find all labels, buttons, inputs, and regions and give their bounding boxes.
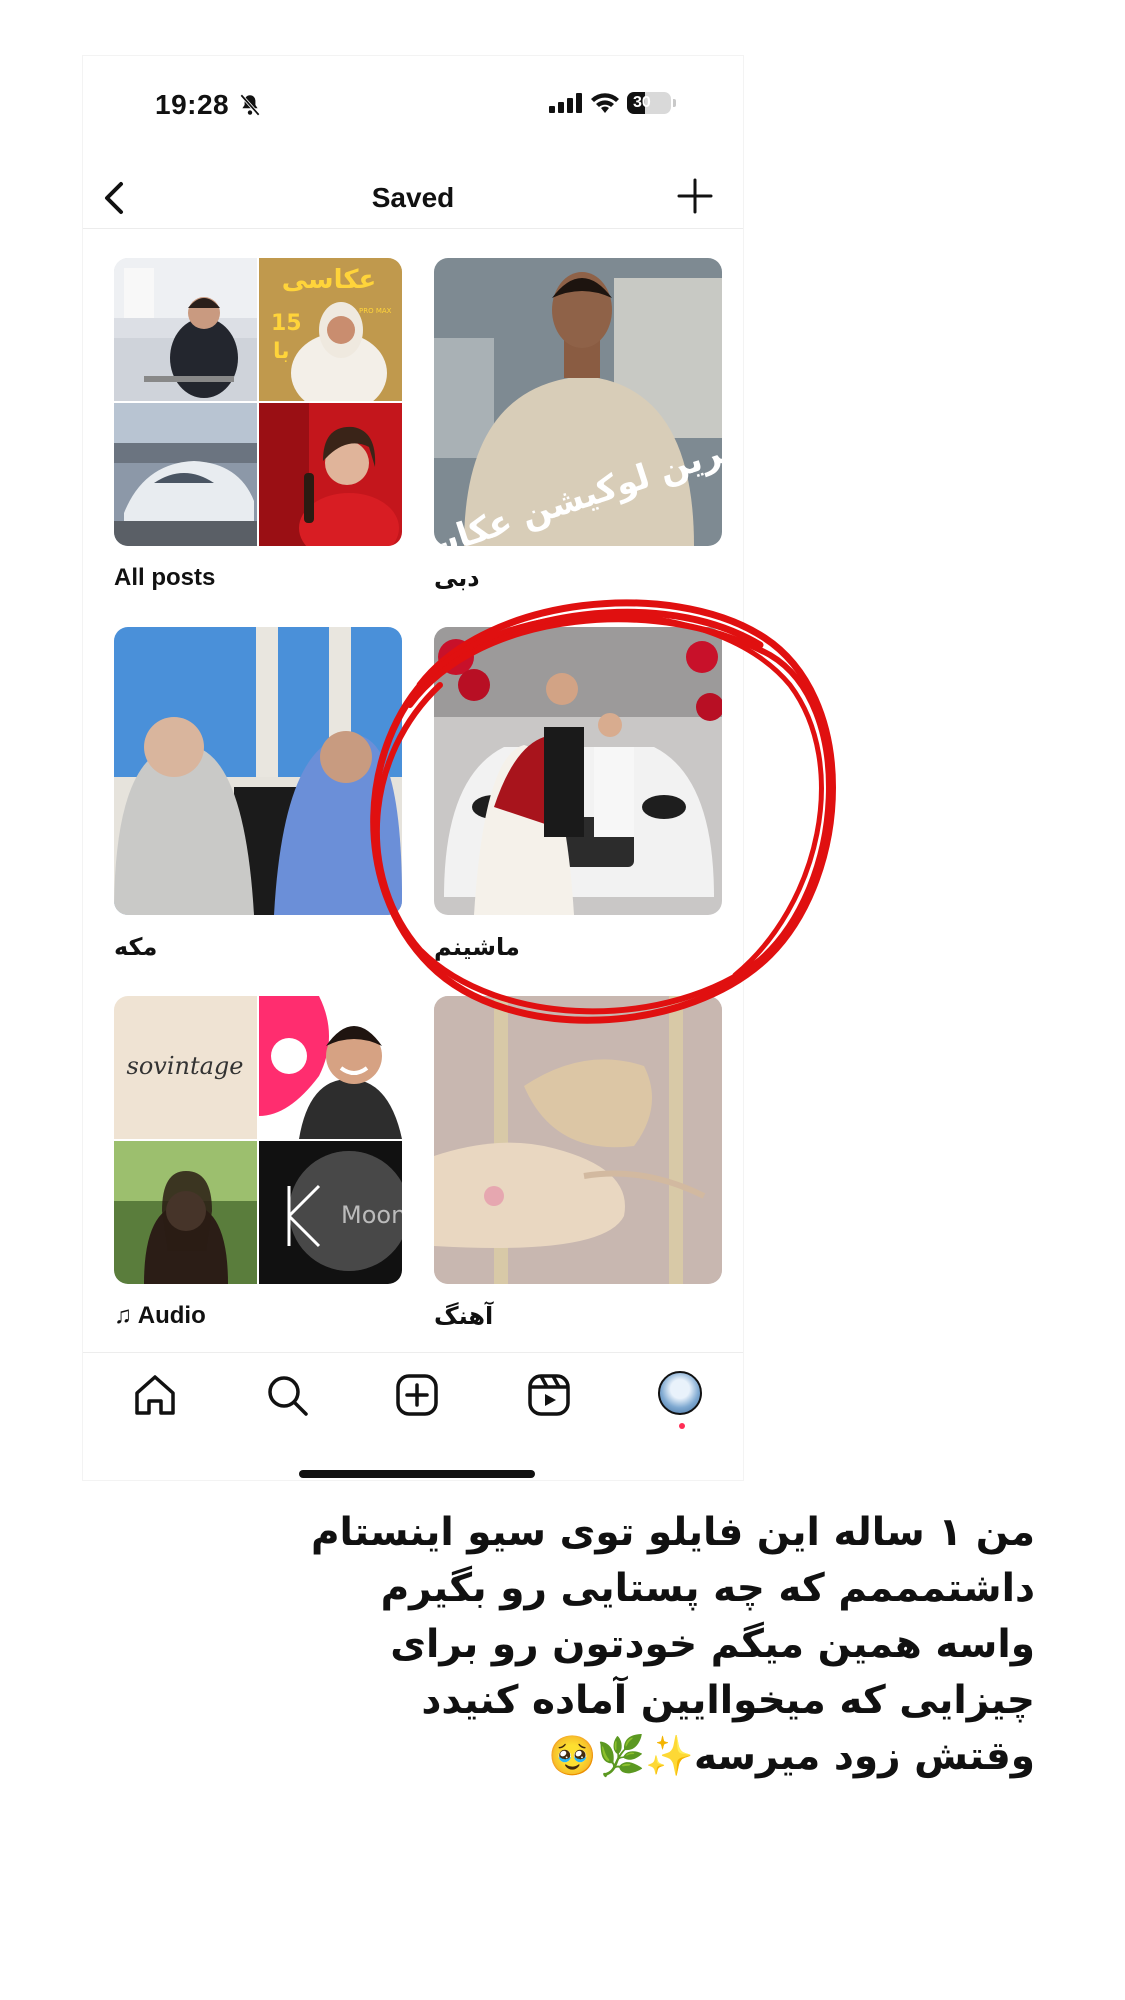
thumbnail-photography-promo: عکاسی 15 با PRO MAX <box>259 258 402 401</box>
thumbnail-man-dubai: بهترین لوکیشن عکاسی <box>434 258 722 546</box>
header: Saved <box>83 166 743 236</box>
home-icon[interactable] <box>131 1371 179 1419</box>
collection-audio[interactable]: sovintage Moon <box>114 996 402 1284</box>
collection-label: All posts <box>114 564 216 591</box>
thumbnail-sports-car <box>114 403 257 546</box>
bottom-nav <box>83 1352 743 1433</box>
notification-dot <box>679 1423 685 1429</box>
avatar <box>658 1371 702 1415</box>
collection-my-car[interactable] <box>434 627 722 915</box>
collection-label: مکه <box>114 934 158 961</box>
moon-text: Moon <box>341 1201 402 1229</box>
thumbnail-shoes <box>434 996 722 1284</box>
thumbnail-girl-forest <box>114 1141 257 1284</box>
create-icon[interactable] <box>393 1371 441 1419</box>
phone-screen: 19:28 30 Saved عکاسی 15 با PRO MAX All p… <box>83 56 743 1480</box>
battery-level: 30 <box>633 94 651 111</box>
collection-song[interactable] <box>434 996 722 1284</box>
collection-label: دبی <box>434 565 480 592</box>
collection-label: آهنگ <box>434 1303 494 1330</box>
promo-small: PRO MAX <box>359 307 392 315</box>
status-icons: 30 <box>549 92 676 114</box>
search-icon[interactable] <box>263 1371 311 1419</box>
collection-all-posts[interactable]: عکاسی 15 با PRO MAX <box>114 258 402 546</box>
collection-label: ماشینم <box>434 934 520 961</box>
thumbnail-sovintage: sovintage <box>114 996 257 1139</box>
bell-slash-icon <box>240 94 260 116</box>
thumbnail-girl-red <box>259 403 402 546</box>
wifi-icon <box>591 93 619 113</box>
thumbnail-family-car <box>434 627 722 915</box>
promo-number: 15 <box>271 311 302 336</box>
page-title: Saved <box>371 182 455 213</box>
sovintage-text: sovintage <box>127 1052 244 1080</box>
battery-icon: 30 <box>627 92 671 114</box>
add-collection-button[interactable] <box>673 174 717 218</box>
profile-tab[interactable] <box>658 1371 706 1429</box>
thumbnail-moon-logo: Moon <box>259 1141 402 1284</box>
caption-text: من ۱ ساله این فایلو توی سیو اینستام داشت… <box>310 1510 1035 1779</box>
thumbnail-office <box>114 258 257 401</box>
status-time: 19:28 <box>155 89 230 120</box>
collection-dubai[interactable]: بهترین لوکیشن عکاسی <box>434 258 722 546</box>
collection-label: ♫ Audio <box>114 1302 206 1329</box>
cellular-signal-icon <box>549 93 582 113</box>
thumbnail-smiling-man <box>259 996 402 1139</box>
promo-line2: با <box>273 339 290 364</box>
home-indicator[interactable] <box>299 1470 535 1478</box>
header-divider <box>83 228 743 229</box>
reels-icon[interactable] <box>525 1371 573 1419</box>
collection-mecca[interactable] <box>114 627 402 915</box>
promo-title: عکاسی <box>282 265 377 295</box>
thumbnail-mecca <box>114 627 402 915</box>
